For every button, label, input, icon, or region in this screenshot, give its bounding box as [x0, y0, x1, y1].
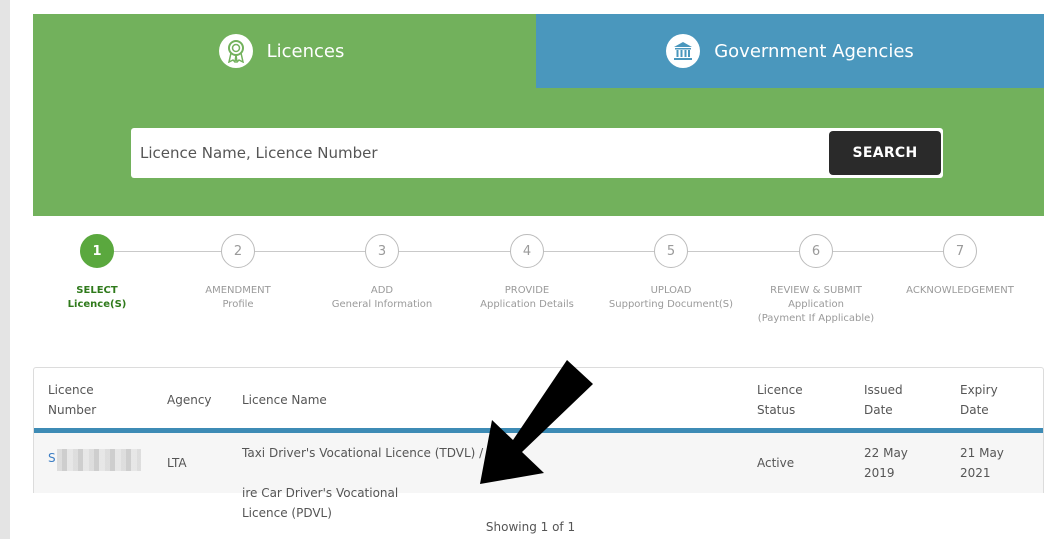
search-bar: SEARCH: [131, 128, 943, 178]
tab-government-agencies[interactable]: Government Agencies: [536, 14, 1044, 88]
step-3-label: ADD General Information: [331, 285, 433, 310]
header-licence-number: Licence Number: [48, 383, 97, 417]
cell-licence-status: Active: [757, 456, 795, 470]
search-panel: SEARCH: [33, 88, 1044, 216]
cell-agency: LTA: [167, 456, 187, 470]
step-5-circle: 5: [654, 234, 688, 268]
licence-number-link[interactable]: S: [48, 447, 141, 471]
header-expiry-date: Expiry Date: [960, 383, 998, 417]
step-2-circle: 2: [221, 234, 255, 268]
ribbon-icon: [218, 34, 253, 68]
search-input[interactable]: [131, 128, 821, 178]
step-4-circle: 4: [510, 234, 544, 268]
step-7-label: ACKNOWLEDGEMENT: [906, 285, 1014, 296]
header-licence-status: Licence Status: [757, 383, 803, 417]
search-button[interactable]: SEARCH: [829, 131, 941, 175]
tab-licences[interactable]: Licences: [33, 14, 536, 88]
pagination-status: Showing 1 of 1: [485, 520, 576, 534]
header-licence-name: Licence Name: [242, 393, 327, 407]
cell-expiry-date: 21 May 2021: [960, 446, 1004, 480]
tab-licences-label: Licences: [266, 40, 345, 62]
step-2-label: AMENDMENT Profile: [205, 285, 271, 310]
step-3-circle: 3: [365, 234, 399, 268]
bank-icon: [666, 34, 701, 68]
table-row[interactable]: S LTA Taxi Driver's Vocational Licence (…: [34, 433, 1043, 520]
step-6-label: REVIEW & SUBMIT Application (Payment If Ap…: [757, 285, 875, 324]
header-agency: Agency: [167, 393, 212, 407]
step-6-circle: 6: [799, 234, 833, 268]
step-4-label: PROVIDE Application Details: [480, 285, 574, 310]
tab-agencies-label: Government Agencies: [714, 40, 914, 62]
step-7-circle: 7: [943, 234, 977, 268]
left-divider: [0, 0, 10, 539]
redacted-licence-number: [57, 449, 141, 471]
licence-table: Licence Number Agency Licence Name Licenc…: [33, 367, 1044, 520]
step-1-label: SELECT Licence(S): [67, 285, 127, 310]
cell-issued-date: 22 May 2019: [864, 446, 908, 480]
cell-licence-name: Taxi Driver's Vocational Licence (TDVL) …: [242, 446, 495, 520]
step-1-circle: 1: [80, 234, 114, 268]
header-issued-date: Issued Date: [864, 383, 903, 417]
step-5-label: UPLOAD Supporting Document(S): [608, 285, 734, 310]
